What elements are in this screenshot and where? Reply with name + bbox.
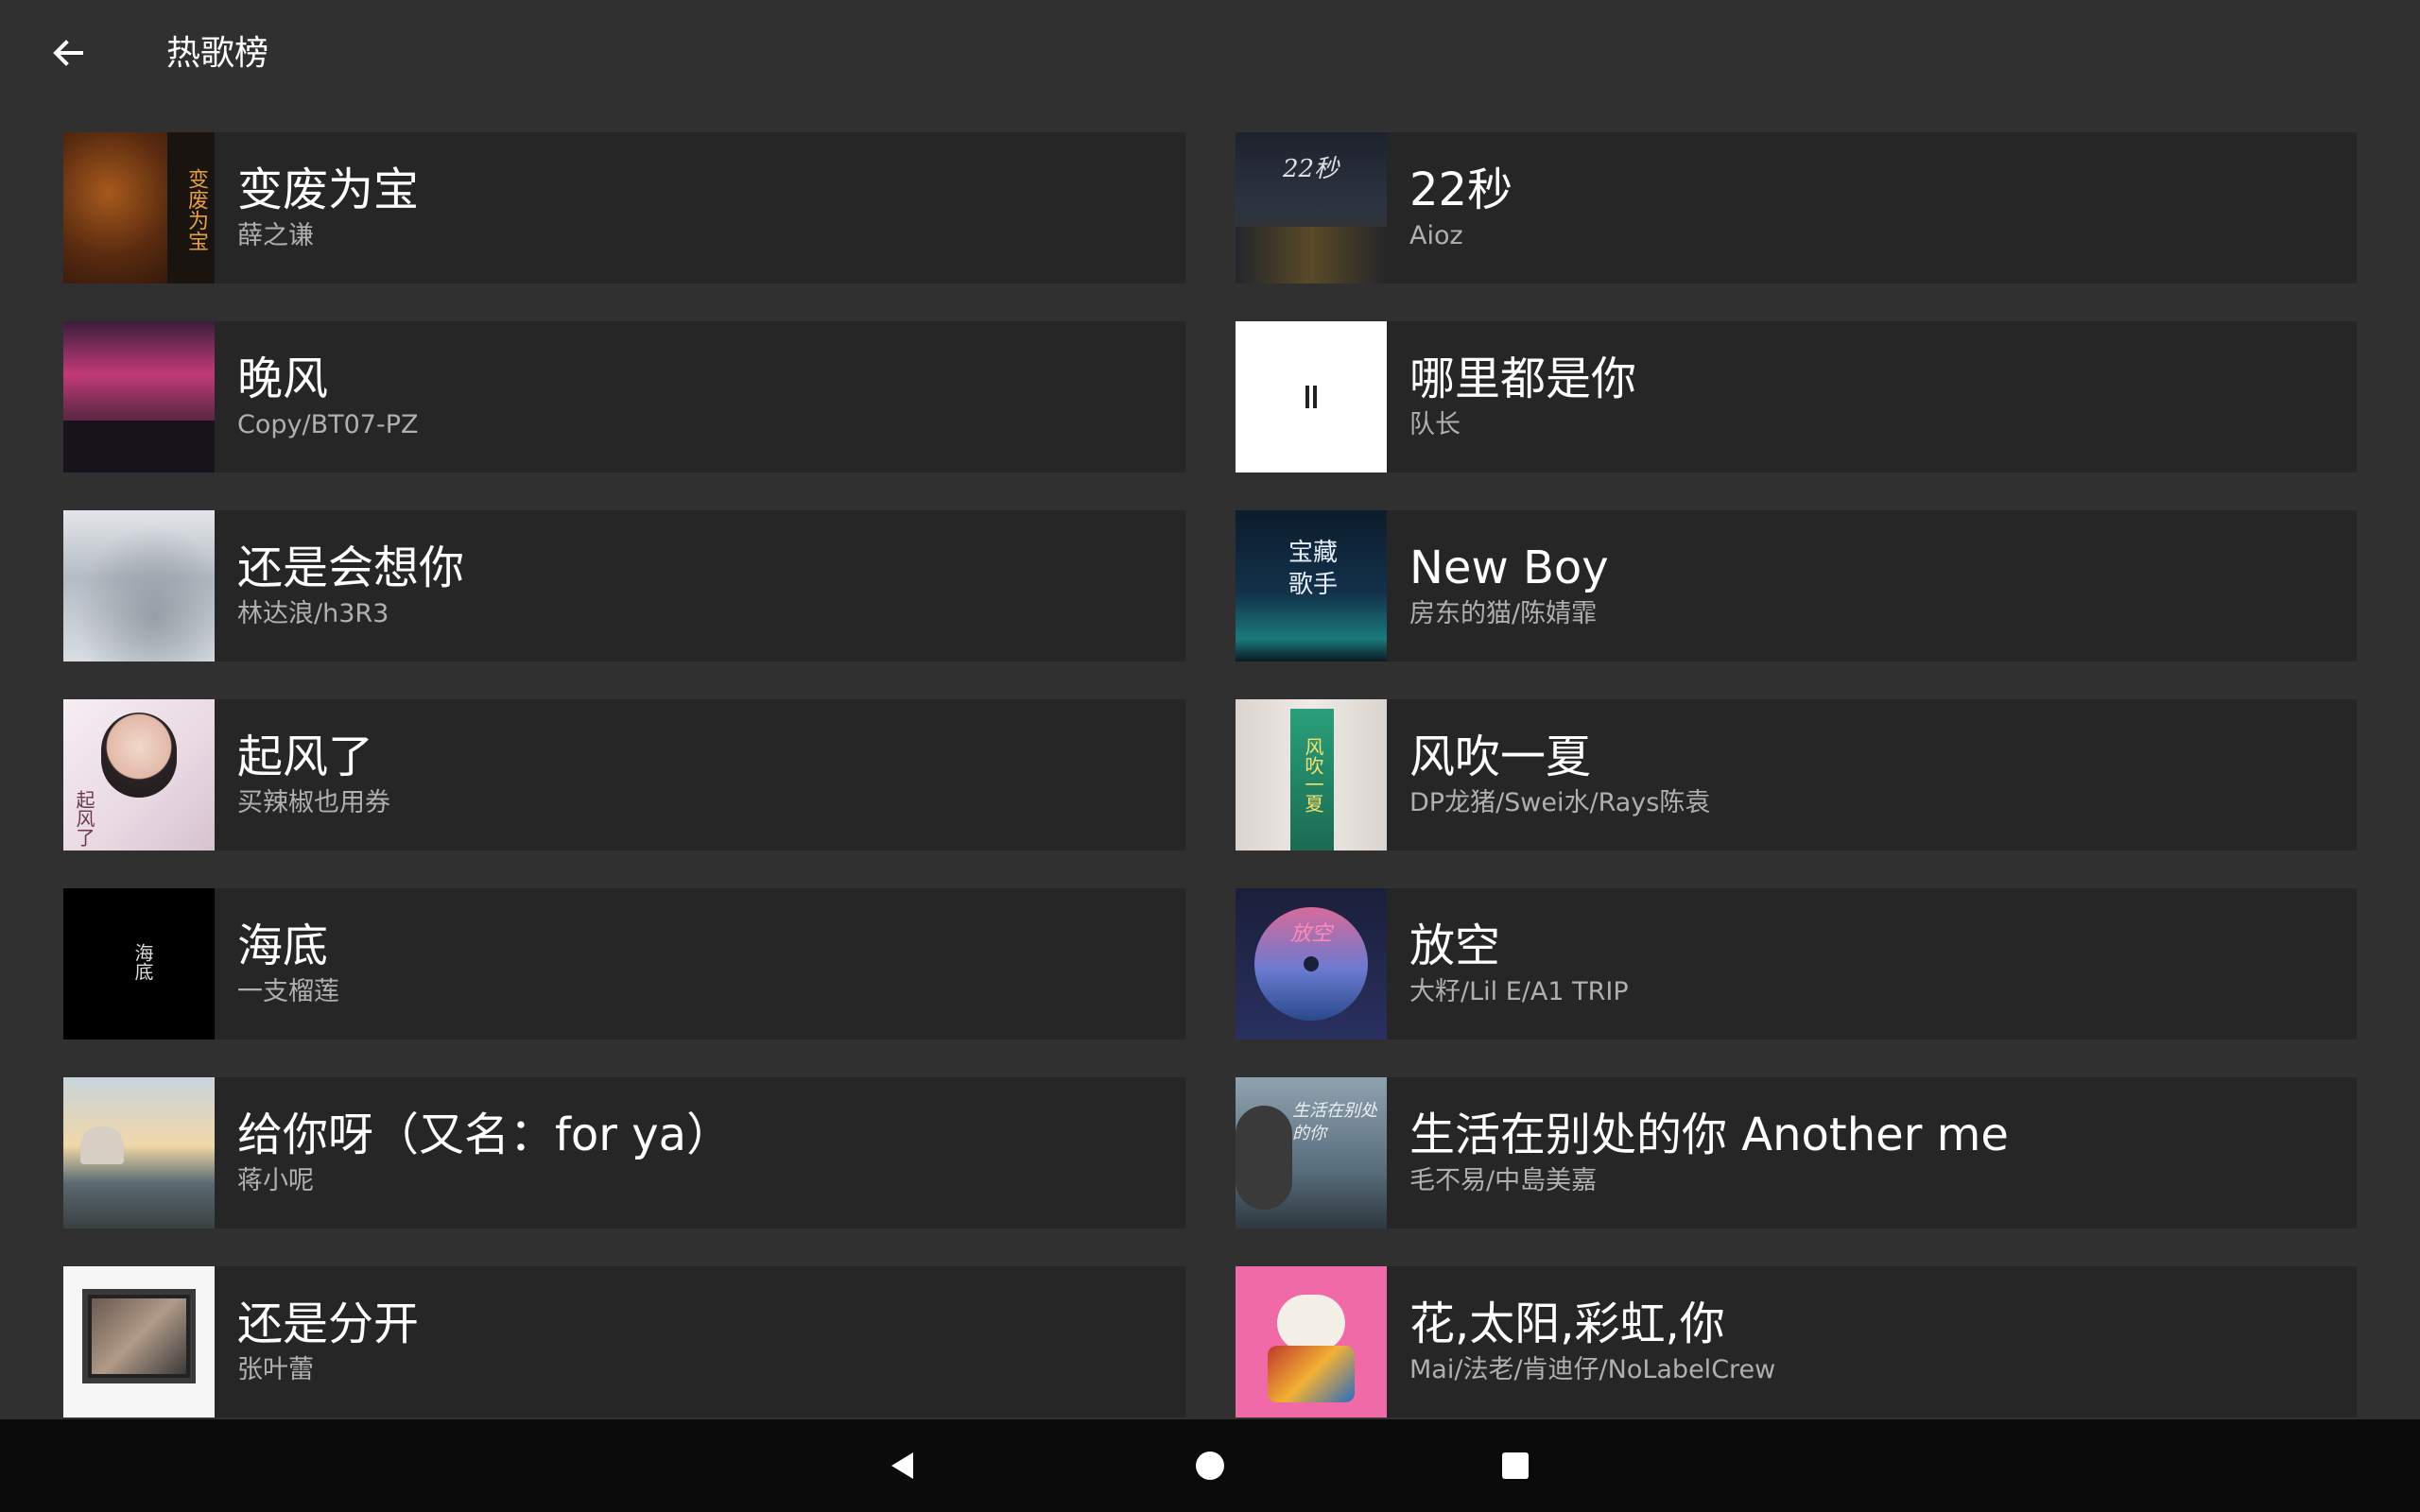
- album-cover: [63, 321, 215, 472]
- song-title: 晚风: [237, 352, 329, 405]
- song-artist: 毛不易/中島美嘉: [1409, 1166, 1598, 1195]
- album-cover: [63, 510, 215, 662]
- song-item[interactable]: 哪里都是你 队长: [1236, 321, 2357, 472]
- album-cover: [1236, 1266, 1387, 1418]
- song-item[interactable]: 花,太阳,彩虹,你 Mai/法老/肯迪仔/NoLabelCrew: [1236, 1266, 2357, 1418]
- nav-back-button[interactable]: [856, 1419, 949, 1512]
- song-artist: 张叶蕾: [237, 1355, 314, 1384]
- song-item[interactable]: 风吹一夏 风吹一夏 DP龙猪/Swei水/Rays陈袁: [1236, 699, 2357, 850]
- song-artist: 房东的猫/陈婧霏: [1409, 599, 1598, 628]
- album-cover: [63, 1266, 215, 1418]
- song-item[interactable]: 还是分开 张叶蕾: [63, 1266, 1185, 1418]
- song-artist: 一支榴莲: [237, 977, 339, 1006]
- song-artist: DP龙猪/Swei水/Rays陈袁: [1409, 788, 1711, 817]
- album-cover: 风吹一夏: [1236, 699, 1387, 850]
- song-artist: 林达浪/h3R3: [237, 599, 389, 628]
- album-cover: [63, 1077, 215, 1228]
- nav-recents-button[interactable]: [1469, 1419, 1562, 1512]
- song-title: New Boy: [1409, 541, 1609, 594]
- song-item[interactable]: 生活在别处的你 生活在别处的你 Another me 毛不易/中島美嘉: [1236, 1077, 2357, 1228]
- song-title: 给你呀（又名：for ya）: [237, 1108, 733, 1161]
- song-item[interactable]: 放空 放空 大籽/Lil E/A1 TRIP: [1236, 888, 2357, 1040]
- album-cover: 22秒: [1236, 132, 1387, 284]
- app-bar: 热歌榜: [0, 0, 2420, 108]
- album-cover: 海底: [63, 888, 215, 1040]
- song-title: 放空: [1409, 919, 1501, 972]
- album-cover: 宝藏歌手: [1236, 510, 1387, 662]
- back-button[interactable]: [38, 23, 98, 83]
- album-cover: 生活在别处的你: [1236, 1077, 1387, 1228]
- song-item[interactable]: 起风了 起风了 买辣椒也用券: [63, 699, 1185, 850]
- song-title: 起风了: [237, 730, 374, 783]
- song-item[interactable]: 晚风 Copy/BT07-PZ: [63, 321, 1185, 472]
- song-artist: 薛之谦: [237, 221, 314, 250]
- song-artist: 队长: [1409, 410, 1461, 439]
- song-title: 还是分开: [237, 1297, 420, 1350]
- song-title: 海底: [237, 919, 329, 972]
- song-artist: Mai/法老/肯迪仔/NoLabelCrew: [1409, 1355, 1776, 1384]
- song-title: 还是会想你: [237, 541, 465, 594]
- song-item[interactable]: 给你呀（又名：for ya） 蒋小呢: [63, 1077, 1185, 1228]
- album-cover: 变废为宝: [63, 132, 215, 284]
- circle-home-icon: [1196, 1452, 1224, 1480]
- album-cover: 起风了: [63, 699, 215, 850]
- page-title: 热歌榜: [166, 34, 269, 73]
- pause-icon: [1305, 386, 1317, 408]
- song-item[interactable]: 还是会想你 林达浪/h3R3: [63, 510, 1185, 662]
- song-item[interactable]: 变废为宝 变废为宝 薛之谦: [63, 132, 1185, 284]
- song-artist: 大籽/Lil E/A1 TRIP: [1409, 977, 1629, 1006]
- song-list: 变废为宝 变废为宝 薛之谦 22秒 22秒 Aioz 晚风 Copy/BT07-…: [63, 132, 2357, 1418]
- song-title: 22秒: [1409, 163, 1513, 216]
- song-artist: 买辣椒也用券: [237, 788, 390, 817]
- song-artist: Aioz: [1409, 221, 1463, 250]
- song-title: 风吹一夏: [1409, 730, 1592, 783]
- song-title: 哪里都是你: [1409, 352, 1637, 405]
- nav-home-button[interactable]: [1164, 1419, 1256, 1512]
- album-cover: [1236, 321, 1387, 472]
- song-item[interactable]: 22秒 22秒 Aioz: [1236, 132, 2357, 284]
- system-nav-bar: [0, 1419, 2420, 1512]
- song-title: 生活在别处的你 Another me: [1409, 1108, 2009, 1161]
- song-item[interactable]: 宝藏歌手 New Boy 房东的猫/陈婧霏: [1236, 510, 2357, 662]
- song-item[interactable]: 海底 海底 一支榴莲: [63, 888, 1185, 1040]
- song-artist: Copy/BT07-PZ: [237, 410, 419, 439]
- square-recents-icon: [1502, 1452, 1529, 1479]
- arrow-left-icon: [53, 40, 83, 66]
- song-title: 花,太阳,彩虹,你: [1409, 1297, 1725, 1350]
- triangle-back-icon: [891, 1452, 913, 1479]
- song-artist: 蒋小呢: [237, 1166, 314, 1195]
- song-title: 变废为宝: [237, 163, 420, 216]
- album-cover: 放空: [1236, 888, 1387, 1040]
